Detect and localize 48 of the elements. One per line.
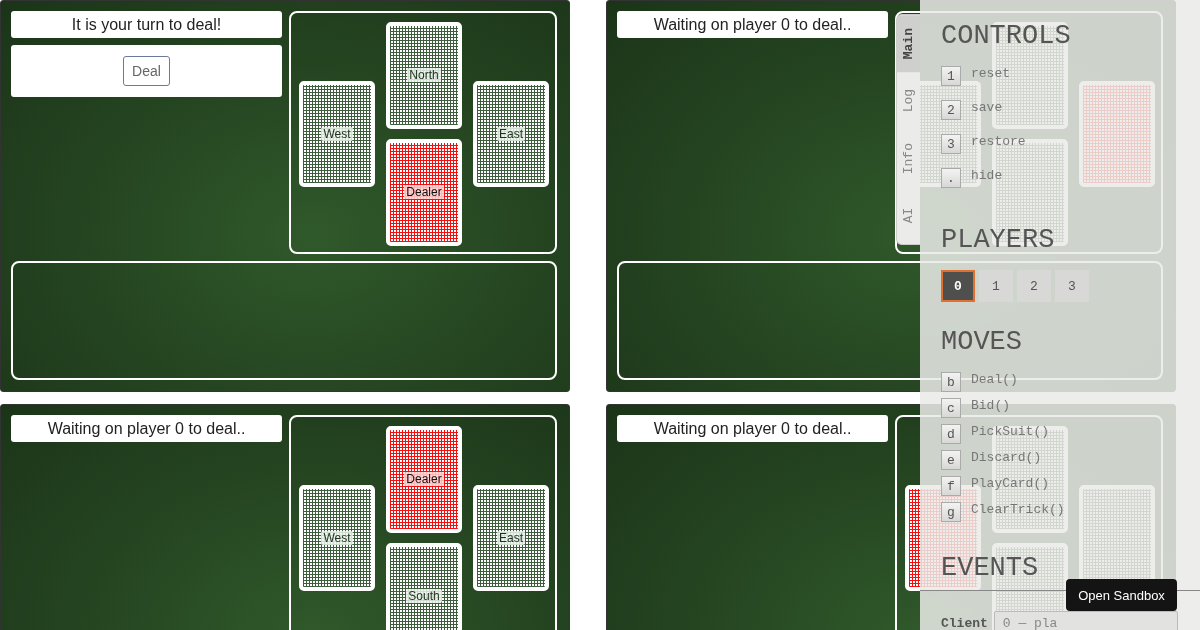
section-heading: CONTROLS: [941, 20, 1072, 52]
shortcut-key[interactable]: g: [941, 502, 961, 522]
command-label[interactable]: save: [971, 100, 1003, 116]
seat-label: Dealer: [404, 472, 444, 487]
seat-label: South: [406, 589, 442, 604]
player-button[interactable]: 3: [1055, 270, 1089, 302]
seat-label: East: [497, 530, 525, 545]
status-message: Waiting on player 0 to deal..: [11, 415, 282, 442]
client-select[interactable]: 0 — pla: [993, 611, 1178, 630]
shortcut-key[interactable]: c: [941, 398, 961, 418]
section-heading: EVENTS: [941, 552, 1040, 584]
command-label[interactable]: reset: [971, 66, 1010, 82]
open-sandbox-button[interactable]: Open Sandbox: [1066, 579, 1177, 611]
seat-label: North: [407, 68, 441, 83]
command-label[interactable]: PickSuit(): [971, 424, 1049, 440]
section-heading: PLAYERS: [941, 224, 1056, 256]
status-message: Waiting on player 0 to deal..: [617, 415, 888, 442]
command-label[interactable]: PlayCard(): [971, 476, 1049, 492]
seat-label: West: [321, 126, 353, 141]
command-label[interactable]: ClearTrick(): [971, 502, 1065, 518]
status-message: It is your turn to deal!: [11, 11, 282, 38]
player-button[interactable]: 1: [979, 270, 1013, 302]
panel-tab[interactable]: Log: [897, 72, 920, 130]
shortcut-key[interactable]: .: [941, 168, 961, 188]
seat-label: Dealer: [404, 185, 444, 200]
shortcut-key[interactable]: 2: [941, 100, 961, 120]
panel-tab[interactable]: Main: [897, 15, 920, 73]
status-message: Waiting on player 0 to deal..: [617, 11, 888, 38]
shortcut-key[interactable]: b: [941, 372, 961, 392]
panel-tab[interactable]: AI: [897, 186, 920, 244]
player-button[interactable]: 2: [1017, 270, 1051, 302]
command-label[interactable]: Deal(): [971, 372, 1018, 388]
command-label[interactable]: Discard(): [971, 450, 1042, 466]
shortcut-key[interactable]: d: [941, 424, 961, 444]
seat-label: West: [321, 530, 353, 545]
section-heading: MOVES: [941, 326, 1023, 358]
player-button[interactable]: 0: [941, 270, 975, 302]
seat-label: East: [497, 126, 525, 141]
command-label[interactable]: Bid(): [971, 398, 1010, 414]
deal-button[interactable]: Deal: [123, 56, 170, 86]
panel-tab[interactable]: Info: [897, 129, 920, 187]
shortcut-key[interactable]: f: [941, 476, 961, 496]
command-label[interactable]: hide: [971, 168, 1003, 184]
shortcut-key[interactable]: 1: [941, 66, 961, 86]
client-label: Client: [941, 615, 988, 630]
shortcut-key[interactable]: 3: [941, 134, 961, 154]
shortcut-key[interactable]: e: [941, 450, 961, 470]
command-label[interactable]: restore: [971, 134, 1026, 150]
